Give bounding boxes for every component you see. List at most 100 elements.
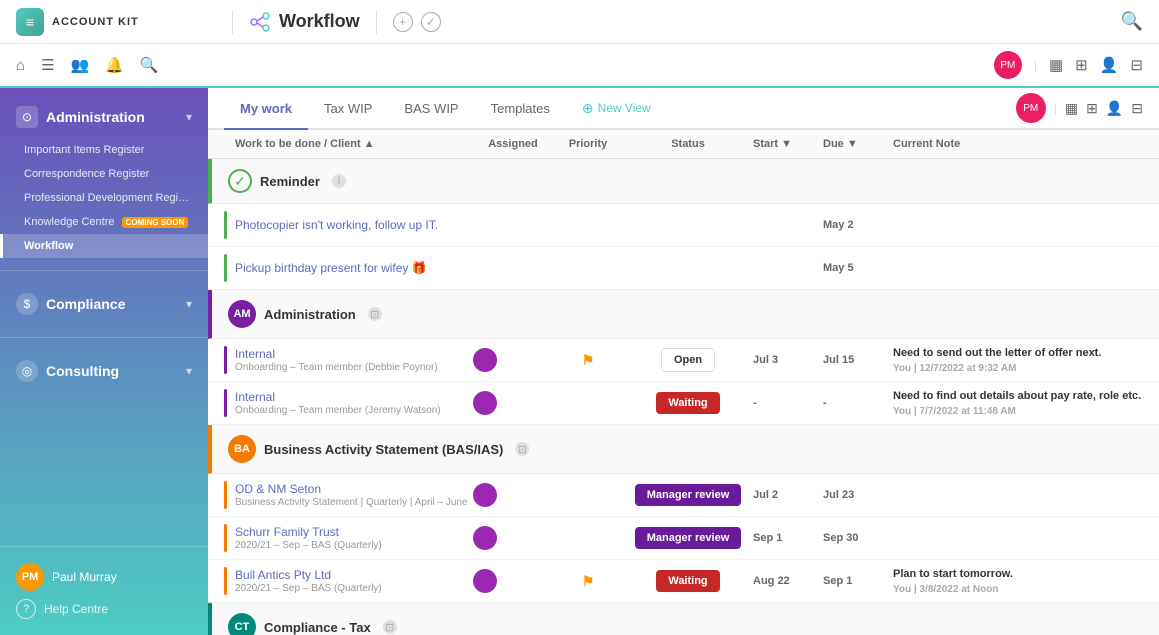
sidebar-section-header-consulting[interactable]: ◎ Consulting ▾	[0, 350, 208, 392]
col-header-due[interactable]: Due ▼	[823, 138, 893, 150]
sidebar-section-header-compliance[interactable]: $ Compliance ▾	[0, 283, 208, 325]
tab-my-work[interactable]: My work	[224, 89, 308, 130]
sidebar-divider-2	[0, 337, 208, 338]
status-badge-manager[interactable]: Manager review	[635, 484, 742, 506]
reminder-group-title: Reminder	[260, 174, 320, 189]
row-border	[224, 254, 227, 282]
row-assigned	[473, 569, 553, 593]
assigned-avatar	[473, 569, 497, 593]
sidebar-user-name: Paul Murray	[52, 570, 117, 584]
bas-group-title: Business Activity Statement (BAS/IAS)	[264, 442, 503, 457]
table-row: Internal Onboarding – Team member (Debbi…	[208, 339, 1159, 382]
filter-view-icon[interactable]: ⊞	[1086, 100, 1098, 117]
col-header-note[interactable]: Current Note	[893, 138, 1143, 150]
sidebar-item-workflow[interactable]: Workflow	[0, 234, 208, 258]
user-avatar[interactable]: PM	[994, 51, 1022, 79]
row-work-info: Internal Onboarding – Team member (Jerem…	[235, 390, 473, 416]
col-header-priority[interactable]: Priority	[553, 138, 623, 150]
row-title[interactable]: Bull Antics Pty Ltd	[235, 568, 473, 582]
row-assigned	[473, 348, 553, 372]
person-view-icon[interactable]: 👤	[1106, 100, 1123, 117]
col-header-assigned[interactable]: Assigned	[473, 138, 553, 150]
header-avatar[interactable]: PM	[1016, 93, 1046, 123]
top-search-icon[interactable]: 🔍	[1121, 11, 1143, 32]
row-due: Sep 30	[823, 532, 893, 544]
row-assigned	[473, 391, 553, 415]
group-reminder: ✓ Reminder i	[208, 159, 1159, 204]
group-administration: AM Administration ⊡	[208, 290, 1159, 339]
row-border	[224, 567, 227, 595]
home-icon[interactable]: ⌂	[16, 57, 25, 74]
note-meta: You | 3/8/2022 at Noon	[893, 584, 1143, 595]
sidebar-item-knowledge[interactable]: Knowledge Centre COMING SOON	[0, 210, 208, 234]
help-label: Help Centre	[44, 602, 108, 616]
check-button[interactable]: ✓	[421, 12, 441, 32]
ct-group-title: Compliance - Tax	[264, 620, 371, 635]
divider-line: |	[1054, 101, 1057, 115]
table-area: Work to be done / Client ▲ Assigned Prio…	[208, 130, 1159, 635]
ct-group-icon: ⊡	[383, 620, 397, 634]
row-priority: ⚑	[553, 352, 623, 369]
icon-nav: ⌂ ☰ 👥 🔔 🔍 PM | ▦ ⊞ 👤 ⊟	[0, 44, 1159, 88]
row-border	[224, 346, 227, 374]
note-meta: You | 12/7/2022 at 9:32 AM	[893, 363, 1143, 374]
new-view-button[interactable]: ⊕ New View	[574, 96, 659, 121]
top-nav: ≡ ACCOUNT KIT Workflow + ✓ 🔍	[0, 0, 1159, 44]
sidebar-section-header-administration[interactable]: ⊙ Administration ▾	[0, 96, 208, 138]
row-due: Jul 23	[823, 489, 893, 501]
row-title[interactable]: Photocopier isn't working, follow up IT.	[235, 218, 473, 232]
sidebar-item-correspondence[interactable]: Correspondence Register	[0, 162, 208, 186]
status-badge-waiting[interactable]: Waiting	[656, 392, 719, 414]
sidebar-section-administration: ⊙ Administration ▾ Important Items Regis…	[0, 88, 208, 266]
workflow-title: Workflow	[279, 11, 360, 32]
sidebar-help[interactable]: ? Help Centre	[16, 595, 192, 623]
search-icon[interactable]: 🔍	[140, 56, 159, 74]
tab-bas-wip[interactable]: BAS WIP	[388, 89, 474, 130]
filter-icon[interactable]: ⊞	[1075, 56, 1088, 74]
table-row: Internal Onboarding – Team member (Jerem…	[208, 382, 1159, 425]
sidebar-item-professional[interactable]: Professional Development Register	[0, 186, 208, 210]
row-due: May 2	[823, 219, 893, 231]
person-icon[interactable]: 👤	[1100, 56, 1119, 74]
row-title[interactable]: Internal	[235, 390, 473, 404]
sidebar-item-important[interactable]: Important Items Register	[0, 138, 208, 162]
sidebar-user[interactable]: PM Paul Murray	[16, 559, 192, 595]
row-title[interactable]: Internal	[235, 347, 473, 361]
table-view-icon[interactable]: ⊟	[1131, 100, 1143, 117]
assigned-avatar	[473, 483, 497, 507]
people-icon[interactable]: 👥	[71, 56, 90, 74]
main-layout: ⊙ Administration ▾ Important Items Regis…	[0, 88, 1159, 635]
assigned-avatar	[473, 348, 497, 372]
row-note: Plan to start tomorrow. You | 3/8/2022 a…	[893, 567, 1143, 594]
columns-icon[interactable]: ⊟	[1130, 56, 1143, 74]
status-badge-waiting[interactable]: Waiting	[656, 570, 719, 592]
compliance-icon: $	[16, 293, 38, 315]
content-area: My work Tax WIP BAS WIP Templates ⊕ New …	[208, 88, 1159, 635]
col-header-start[interactable]: Start ▼	[753, 138, 823, 150]
compliance-section-title: Compliance	[46, 296, 125, 312]
nav-divider-2	[376, 10, 377, 34]
bell-icon[interactable]: 🔔	[105, 56, 124, 74]
tab-templates[interactable]: Templates	[475, 89, 566, 130]
row-subtitle: Business Activity Statement | Quarterly …	[235, 497, 473, 508]
row-work-info: Photocopier isn't working, follow up IT.	[235, 218, 473, 232]
add-button[interactable]: +	[393, 12, 413, 32]
list-icon[interactable]: ☰	[41, 56, 54, 74]
status-badge-open[interactable]: Open	[661, 348, 715, 372]
tab-tax-wip[interactable]: Tax WIP	[308, 89, 388, 130]
consulting-chevron: ▾	[186, 364, 192, 378]
col-header-status[interactable]: Status	[623, 138, 753, 150]
grid-view-icon[interactable]: ▦	[1065, 100, 1078, 117]
row-title[interactable]: Pickup birthday present for wifey 🎁	[235, 261, 473, 275]
row-work-info: Pickup birthday present for wifey 🎁	[235, 261, 473, 275]
reminder-info-icon: i	[332, 174, 346, 188]
row-title[interactable]: Schurr Family Trust	[235, 525, 473, 539]
col-header-work[interactable]: Work to be done / Client ▲	[235, 138, 473, 150]
sidebar-divider-1	[0, 270, 208, 271]
group-compliance-tax: CT Compliance - Tax ⊡	[208, 603, 1159, 635]
status-badge-manager[interactable]: Manager review	[635, 527, 742, 549]
row-priority: ⚑	[553, 573, 623, 590]
row-title[interactable]: OD & NM Seton	[235, 482, 473, 496]
grid-icon[interactable]: ▦	[1049, 56, 1063, 74]
workflow-area: Workflow + ✓	[249, 10, 1105, 34]
